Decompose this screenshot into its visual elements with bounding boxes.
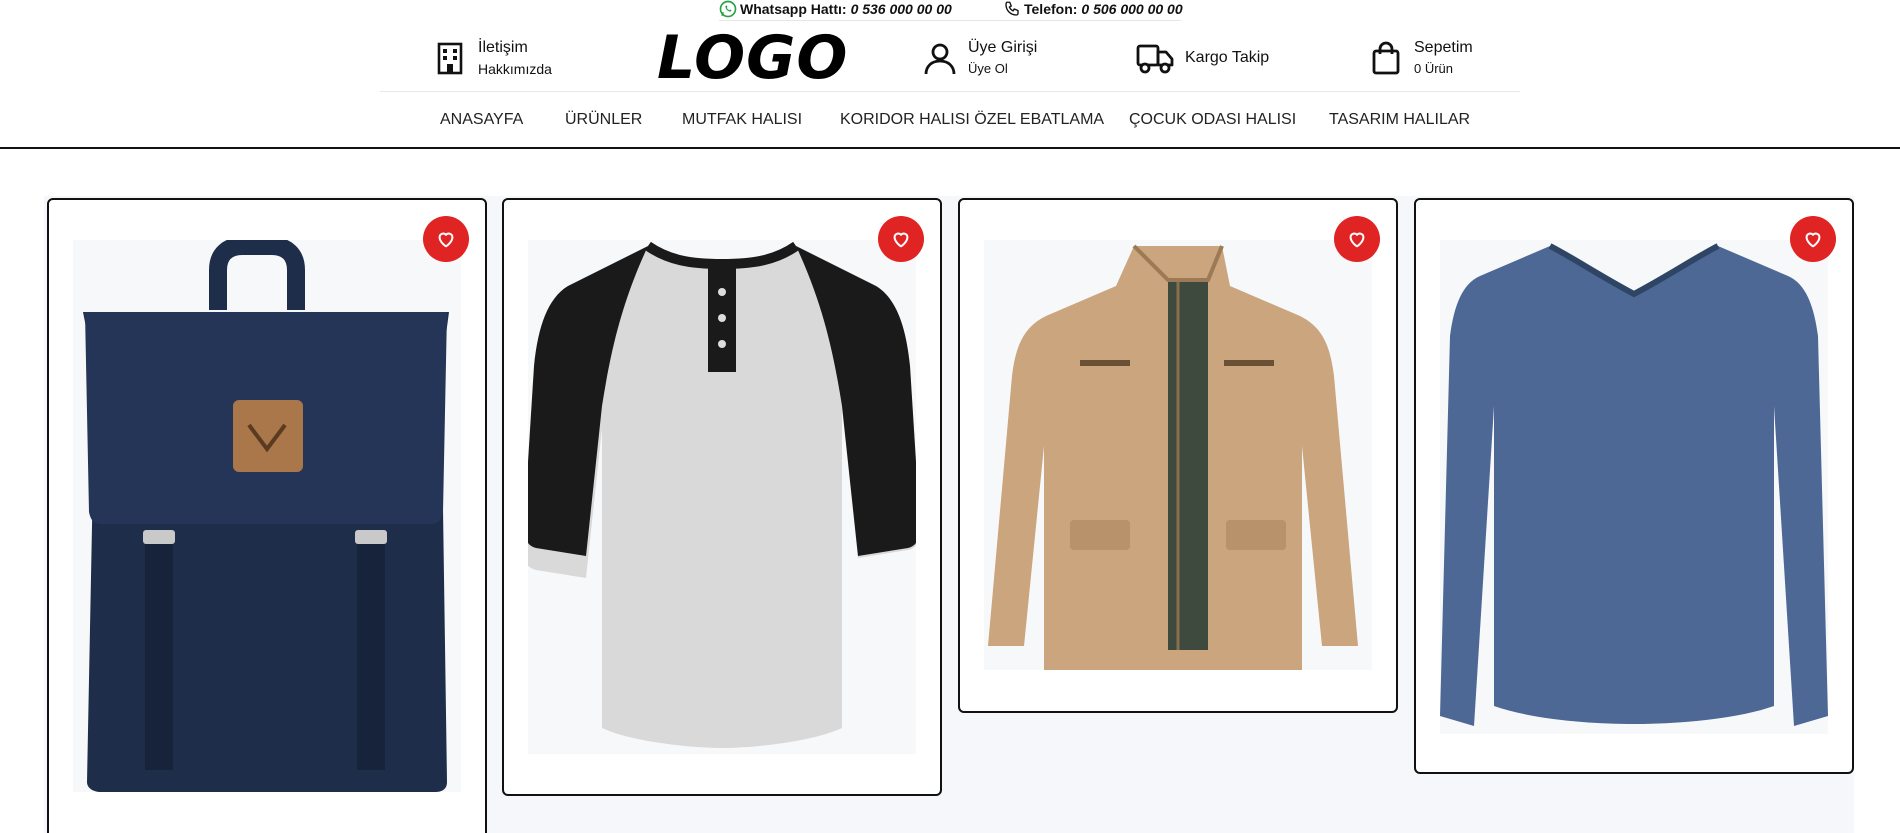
register-link[interactable]: Üye Ol (968, 59, 1037, 79)
contact-link[interactable]: İletişim (478, 37, 552, 59)
whatsapp-line[interactable]: Whatsapp Hattı: 0 536 000 00 00 (719, 0, 952, 18)
shopping-bag-icon (1368, 40, 1404, 76)
heart-icon (1805, 232, 1821, 248)
nav-products[interactable]: ÜRÜNLER (565, 108, 642, 132)
cart-count: 0 Ürün (1414, 61, 1454, 76)
cargo-label: Kargo Takip (1185, 49, 1270, 66)
product-image[interactable] (73, 240, 461, 792)
main-nav: ANASAYFA ÜRÜNLER MUTFAK HALISI KORIDOR H… (0, 108, 1900, 132)
phone-number: 0 506 000 00 00 (1081, 1, 1183, 17)
whatsapp-icon (719, 0, 737, 18)
whatsapp-label: Whatsapp Hattı: (740, 1, 847, 17)
cart-label: Sepetim (1414, 39, 1473, 56)
building-icon (432, 40, 468, 76)
phone-icon (1003, 0, 1021, 18)
user-icon[interactable] (922, 40, 958, 76)
heart-icon (438, 232, 454, 248)
nav-kitchen-rugs[interactable]: MUTFAK HALISI (682, 108, 802, 132)
favorite-button[interactable] (1334, 216, 1380, 262)
cart-block[interactable]: Sepetim 0 Ürün (1368, 30, 1473, 86)
product-card[interactable] (502, 198, 942, 796)
favorite-button[interactable] (1790, 216, 1836, 262)
product-image[interactable] (1440, 240, 1828, 734)
product-card[interactable] (1414, 198, 1854, 774)
nav-design-rugs[interactable]: TASARIM HALILAR (1329, 108, 1470, 132)
product-card[interactable] (47, 198, 487, 833)
whatsapp-number: 0 536 000 00 00 (850, 1, 952, 17)
site-logo[interactable]: LOGO (657, 26, 847, 90)
nav-divider (0, 147, 1900, 149)
product-card[interactable] (958, 198, 1398, 713)
phone-line[interactable]: Telefon: 0 506 000 00 00 (1003, 0, 1183, 18)
favorite-button[interactable] (423, 216, 469, 262)
truck-icon (1135, 40, 1175, 76)
top-bar: Whatsapp Hattı: 0 536 000 00 00 Telefon:… (0, 0, 1900, 22)
cargo-tracking[interactable]: Kargo Takip (1135, 30, 1269, 86)
nav-corridor-rugs[interactable]: KORIDOR HALISI ÖZEL EBATLAMA (840, 108, 1104, 132)
product-image[interactable] (984, 240, 1372, 670)
nav-home[interactable]: ANASAYFA (440, 108, 523, 132)
heart-icon (1349, 232, 1365, 248)
login-link[interactable]: Üye Girişi (968, 37, 1037, 59)
nav-kids-room-rugs[interactable]: ÇOCUK ODASI HALISI (1129, 108, 1296, 132)
favorite-button[interactable] (878, 216, 924, 262)
product-image[interactable] (528, 240, 916, 754)
header-divider (380, 91, 1520, 92)
contact-block: İletişim Hakkımızda (432, 30, 552, 86)
topbar-divider (719, 20, 1181, 21)
about-link[interactable]: Hakkımızda (478, 59, 552, 79)
user-block: Üye Girişi Üye Ol (922, 30, 1037, 86)
phone-label: Telefon: (1024, 1, 1078, 17)
heart-icon (893, 232, 909, 248)
